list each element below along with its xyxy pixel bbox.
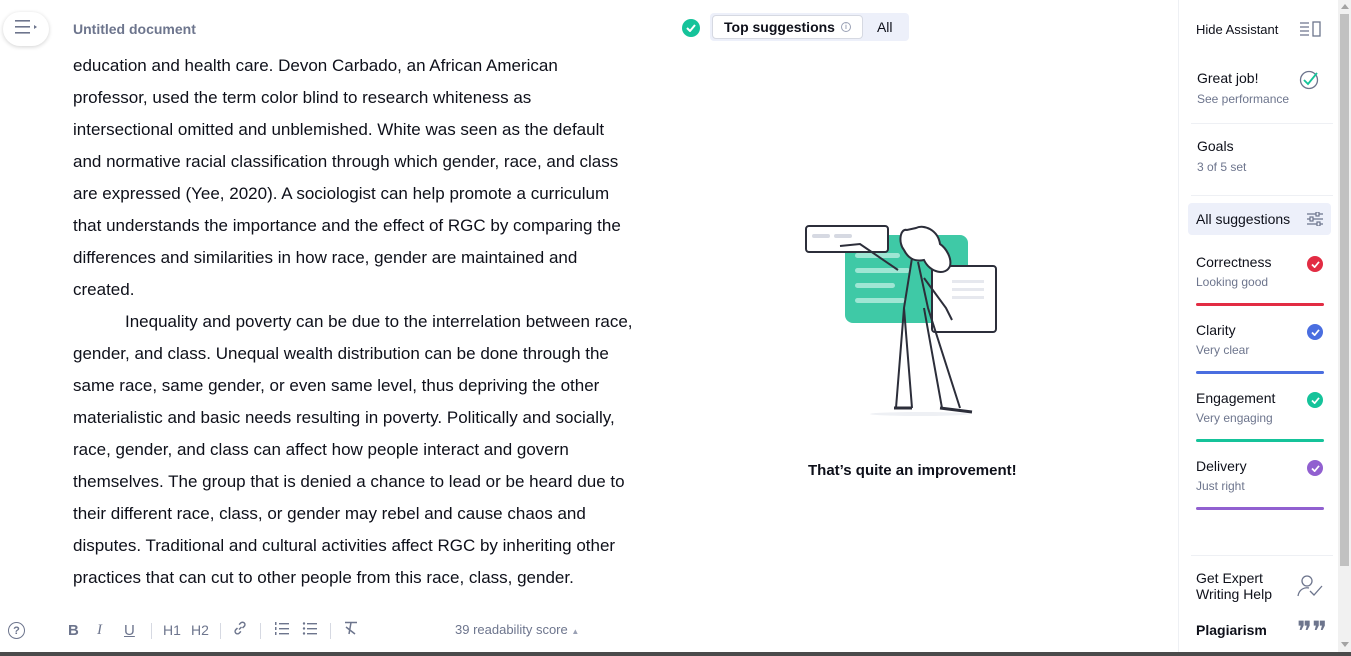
bullet-list-icon — [302, 621, 318, 639]
heading2-button[interactable]: H2 — [191, 621, 209, 639]
improvement-message: That’s quite an improvement! — [808, 462, 1017, 479]
filter-icon[interactable] — [1307, 211, 1323, 229]
tab-all-suggestions[interactable]: All — [863, 19, 907, 35]
sidebar-divider — [1191, 195, 1333, 196]
ordered-list-icon — [274, 621, 290, 639]
scrollbar[interactable] — [1338, 0, 1351, 652]
tab-top-suggestions-label: Top suggestions — [724, 19, 835, 35]
document-editor[interactable]: education and health care. Devon Carbado… — [73, 50, 633, 606]
suggestion-filter-tabs: Top suggestions i All — [710, 13, 909, 41]
scroll-down-icon[interactable] — [1341, 642, 1349, 647]
readability-score[interactable]: 39 readability score ▲ — [455, 622, 579, 637]
status-check-icon — [682, 19, 700, 37]
formatting-toolbar: ? B I U H1 H2 39 readability score ▲ — [0, 612, 640, 648]
expert-help-button[interactable]: Get Expert Writing Help — [1196, 570, 1272, 602]
check-icon — [1307, 324, 1323, 340]
performance-title: Great job! — [1197, 70, 1259, 86]
expert-user-icon[interactable] — [1297, 574, 1323, 603]
sidebar-divider — [1191, 555, 1333, 556]
improvement-illustration — [800, 218, 1005, 418]
sidebar-toggle-icon[interactable] — [1299, 21, 1321, 42]
italic-button[interactable]: I — [97, 621, 102, 639]
category-status: Very engaging — [1196, 411, 1273, 425]
assistant-sidebar: Hide Assistant Great job! See performanc… — [1178, 0, 1338, 652]
caret-up-icon: ▲ — [571, 627, 580, 636]
readability-score-label: 39 readability score — [455, 622, 568, 637]
info-icon[interactable]: i — [840, 22, 851, 32]
document-title[interactable]: Untitled document — [73, 21, 196, 37]
link-button[interactable] — [232, 621, 248, 639]
quote-icon[interactable]: ❞❞ — [1297, 618, 1327, 646]
bold-button[interactable]: B — [68, 621, 79, 639]
expert-help-label: Get Expert — [1196, 570, 1263, 586]
category-progress-bar — [1196, 507, 1324, 510]
plagiarism-button[interactable]: Plagiarism — [1196, 622, 1267, 638]
tab-top-suggestions[interactable]: Top suggestions i — [712, 15, 863, 39]
hide-assistant-button[interactable]: Hide Assistant — [1196, 22, 1278, 37]
underline-button[interactable]: U — [124, 621, 135, 639]
toolbar-divider — [220, 623, 221, 639]
clear-format-button[interactable] — [344, 621, 358, 639]
link-icon — [232, 620, 248, 640]
performance-card[interactable]: Great job! See performance — [1197, 70, 1289, 106]
goals-status: 3 of 5 set — [1197, 160, 1247, 174]
goals-title: Goals — [1197, 138, 1234, 154]
category-progress-bar — [1196, 371, 1324, 374]
category-delivery[interactable]: Delivery Just right — [1196, 458, 1324, 510]
toolbar-divider — [151, 623, 152, 639]
bullet-list-button[interactable] — [302, 621, 318, 639]
window-bottom-edge — [0, 652, 1351, 656]
menu-button[interactable] — [3, 12, 49, 46]
goals-card[interactable]: Goals 3 of 5 set — [1197, 138, 1246, 174]
category-progress-bar — [1196, 303, 1324, 306]
paragraph[interactable]: education and health care. Devon Carbado… — [73, 50, 633, 306]
category-progress-bar — [1196, 439, 1324, 442]
category-name: Correctness — [1196, 254, 1272, 270]
check-circle-icon — [1299, 70, 1319, 95]
category-clarity[interactable]: Clarity Very clear — [1196, 322, 1324, 374]
category-engagement[interactable]: Engagement Very engaging — [1196, 390, 1324, 442]
category-name: Delivery — [1196, 458, 1247, 474]
check-icon — [1307, 392, 1323, 408]
category-status: Looking good — [1196, 275, 1269, 289]
expert-help-label: Writing Help — [1196, 586, 1272, 602]
clear-format-icon — [344, 621, 358, 639]
category-correctness[interactable]: Correctness Looking good — [1196, 254, 1324, 306]
category-status: Very clear — [1196, 343, 1250, 357]
scrollbar-thumb[interactable] — [1340, 14, 1349, 566]
category-name: Engagement — [1196, 390, 1276, 406]
category-name: Clarity — [1196, 322, 1236, 338]
menu-icon — [15, 19, 37, 39]
all-suggestions-button[interactable]: All suggestions — [1188, 203, 1331, 235]
check-icon — [1307, 460, 1323, 476]
paragraph[interactable]: Inequality and poverty can be due to the… — [73, 306, 633, 594]
sidebar-divider — [1191, 123, 1333, 124]
toolbar-divider — [330, 623, 331, 639]
heading1-button[interactable]: H1 — [163, 621, 181, 639]
scroll-up-icon[interactable] — [1341, 4, 1349, 9]
check-icon — [1307, 256, 1323, 272]
all-suggestions-label: All suggestions — [1196, 211, 1291, 227]
category-status: Just right — [1196, 479, 1245, 493]
ordered-list-button[interactable] — [274, 621, 290, 639]
help-button[interactable]: ? — [8, 622, 25, 639]
performance-link[interactable]: See performance — [1197, 92, 1289, 106]
toolbar-divider — [260, 623, 261, 639]
